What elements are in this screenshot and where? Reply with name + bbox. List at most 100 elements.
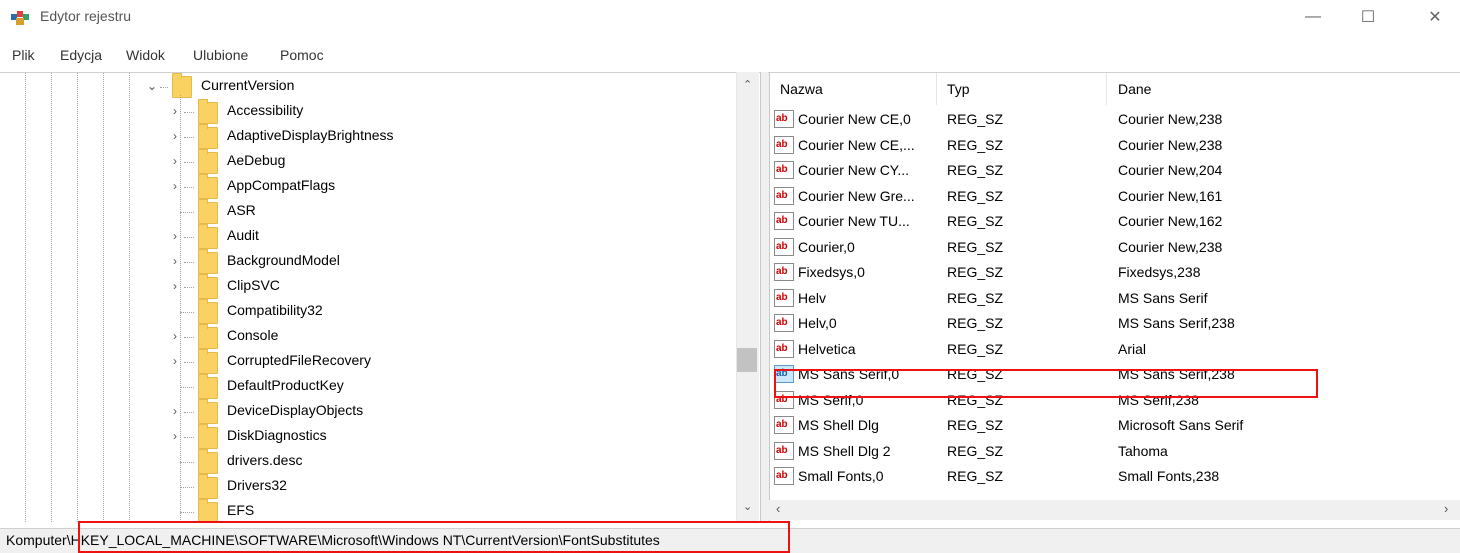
value-type: REG_SZ (947, 417, 1004, 433)
menu-widok[interactable]: Widok (126, 47, 165, 63)
scroll-right-icon[interactable]: › (1444, 501, 1448, 516)
menu-plik[interactable]: Plik (12, 47, 35, 63)
chevron-right-icon[interactable]: › (173, 329, 185, 343)
column-header-data[interactable]: Dane (1118, 81, 1151, 97)
tree-node[interactable]: › DeviceDisplayObjects (0, 399, 720, 425)
tree-connector (184, 437, 194, 438)
tree-node-label: Accessibility (227, 102, 304, 118)
key-tree[interactable]: ⌄ CurrentVersion › Accessibility › Adaptive… (0, 72, 760, 522)
tree-node-label: Console (227, 327, 279, 343)
folder-icon (198, 199, 218, 224)
chevron-down-icon[interactable]: ⌄ (147, 79, 159, 93)
chevron-right-icon[interactable]: › (173, 254, 185, 268)
folder-icon (198, 324, 218, 349)
string-value-icon: ab (774, 288, 794, 307)
table-row[interactable]: ab Courier New CE,0 REG_SZ Courier New,238 (768, 108, 1458, 133)
tree-scroll-thumb[interactable] (737, 348, 757, 372)
tree-node[interactable]: ASR (0, 199, 720, 225)
chevron-right-icon[interactable]: › (173, 104, 185, 118)
value-type: REG_SZ (947, 238, 1004, 255)
tree-node[interactable]: › AeDebug (0, 149, 720, 175)
title-bar: Edytor rejestru — ☐ ✕ (0, 0, 1460, 34)
values-list[interactable]: Nazwa Typ Dane ab Courier New CE,0 REG_SZ C… (768, 72, 1460, 522)
tree-node[interactable]: › AdaptiveDisplayBrightness (0, 124, 720, 150)
tree-node-label: Compatibility32 (227, 302, 323, 318)
value-name: Courier New CY... (798, 162, 910, 178)
value-data: Courier New,238 (1118, 111, 1223, 127)
chevron-right-icon[interactable]: › (173, 154, 185, 168)
value-data: Microsoft Sans Serif (1118, 417, 1244, 433)
scroll-up-icon[interactable]: ⌃ (743, 78, 752, 91)
chevron-right-icon[interactable]: › (173, 129, 185, 143)
chevron-right-icon[interactable]: › (173, 354, 185, 368)
tree-node[interactable]: drivers.desc (0, 449, 720, 475)
column-header-type[interactable]: Typ (947, 81, 970, 97)
table-row[interactable]: ab MS Shell Dlg REG_SZ Microsoft Sans Serif (768, 414, 1458, 439)
value-type: REG_SZ (947, 162, 1004, 178)
scroll-left-icon[interactable]: ‹ (776, 501, 780, 516)
table-row[interactable]: ab Fixedsys,0 REG_SZ Fixedsys,238 (768, 261, 1458, 286)
tree-node[interactable]: DefaultProductKey (0, 374, 720, 400)
value-name: Small Fonts,0 (798, 468, 884, 484)
tree-node[interactable]: › AppCompatFlags (0, 174, 720, 200)
folder-icon (198, 249, 218, 274)
value-data: MS Sans Serif (1118, 289, 1208, 306)
table-row[interactable]: ab Courier New Gre... REG_SZ Courier New,16… (768, 185, 1458, 210)
tree-node-label: DiskDiagnostics (227, 427, 327, 443)
tree-connector (180, 312, 194, 313)
value-name: Courier New TU... (798, 213, 910, 229)
chevron-right-icon[interactable]: › (173, 179, 185, 193)
list-horizontal-scrollbar[interactable]: ‹ › (768, 500, 1460, 520)
tree-node[interactable]: › Audit (0, 224, 720, 250)
tree-node[interactable]: › DiskDiagnostics (0, 424, 720, 450)
tree-connector (180, 487, 194, 488)
table-row[interactable]: ab Courier New CE,... REG_SZ Courier New,23… (768, 134, 1458, 159)
scroll-down-icon[interactable]: ⌄ (743, 500, 752, 513)
table-row[interactable]: ab Helv REG_SZ MS Sans Serif (768, 287, 1458, 312)
value-type: REG_SZ (947, 289, 1004, 306)
minimize-button[interactable]: — (1290, 2, 1336, 32)
tree-node[interactable]: › ClipSVC (0, 274, 720, 300)
tree-vertical-scrollbar[interactable]: ⌃ ⌄ (736, 72, 759, 521)
tree-node[interactable]: › Accessibility (0, 99, 720, 125)
table-row[interactable]: ab Courier New TU... REG_SZ Courier New,162 (768, 210, 1458, 235)
tree-node-label: DeviceDisplayObjects (227, 402, 364, 418)
tree-node[interactable]: › CorruptedFileRecovery (0, 349, 720, 375)
table-row[interactable]: ab Small Fonts,0 REG_SZ Small Fonts,238 (768, 465, 1458, 490)
table-row[interactable]: ab MS Shell Dlg 2 REG_SZ Tahoma (768, 440, 1458, 465)
column-divider[interactable] (936, 73, 937, 105)
menu-ulubione[interactable]: Ulubione (193, 47, 248, 63)
value-type: REG_SZ (947, 468, 1004, 484)
tree-node[interactable]: Compatibility32 (0, 299, 720, 325)
chevron-right-icon[interactable]: › (173, 404, 185, 418)
value-data: Tahoma (1118, 442, 1168, 459)
chevron-right-icon[interactable]: › (173, 229, 185, 243)
column-divider[interactable] (1106, 73, 1107, 105)
table-row[interactable]: ab Helvetica REG_SZ Arial (768, 338, 1458, 363)
menu-bar: Plik Edycja Widok Ulubione Pomoc (0, 44, 1460, 68)
menu-edycja[interactable]: Edycja (60, 47, 102, 63)
folder-icon (198, 499, 218, 522)
tree-node[interactable]: EFS (0, 499, 720, 522)
folder-icon (172, 73, 192, 98)
menu-pomoc[interactable]: Pomoc (280, 47, 324, 63)
column-header-name[interactable]: Nazwa (780, 81, 823, 97)
folder-icon (198, 349, 218, 374)
chevron-right-icon[interactable]: › (173, 279, 185, 293)
value-data: Fixedsys,238 (1118, 264, 1201, 280)
table-row[interactable]: ab Courier,0 REG_SZ Courier New,238 (768, 236, 1458, 261)
tree-node[interactable]: › Console (0, 324, 720, 350)
tree-connector (184, 287, 194, 288)
table-row[interactable]: ab Helv,0 REG_SZ MS Sans Serif,238 (768, 312, 1458, 337)
value-type: REG_SZ (947, 340, 1004, 357)
tree-node[interactable]: Drivers32 (0, 474, 720, 500)
chevron-right-icon[interactable]: › (173, 429, 185, 443)
value-name: Courier,0 (798, 238, 855, 255)
tree-node-label: ASR (227, 202, 256, 218)
maximize-button[interactable]: ☐ (1345, 2, 1391, 32)
close-button[interactable]: ✕ (1412, 2, 1458, 32)
tree-connector (184, 237, 194, 238)
tree-node[interactable]: › BackgroundModel (0, 249, 720, 275)
tree-node-currentversion[interactable]: ⌄ CurrentVersion (0, 73, 720, 100)
table-row[interactable]: ab Courier New CY... REG_SZ Courier New,204 (768, 159, 1458, 184)
